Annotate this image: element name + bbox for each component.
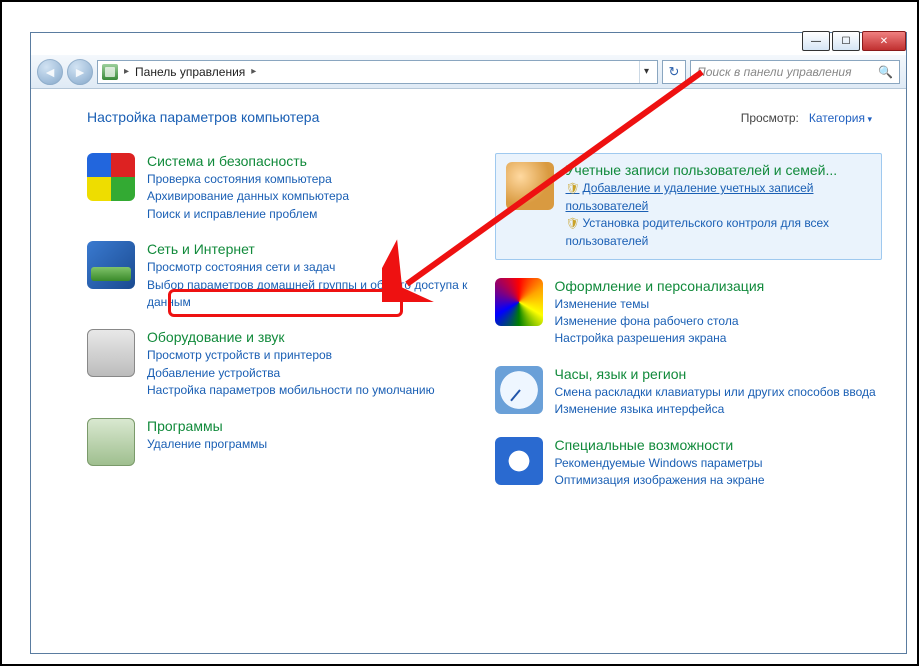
link-change-wallpaper[interactable]: Изменение фона рабочего стола: [555, 313, 883, 330]
category-title[interactable]: Сеть и Интернет: [147, 241, 475, 257]
link-recommended-settings[interactable]: Рекомендуемые Windows параметры: [555, 455, 883, 472]
view-label: Просмотр:: [741, 111, 799, 125]
link-resolution[interactable]: Настройка разрешения экрана: [555, 330, 883, 347]
category-programs: Программы Удаление программы: [87, 418, 475, 466]
hardware-icon: [87, 329, 135, 377]
accessibility-icon: [495, 437, 543, 485]
security-icon: [87, 153, 135, 201]
breadcrumb-root[interactable]: Панель управления: [135, 65, 245, 79]
link-display-language[interactable]: Изменение языка интерфейса: [555, 401, 883, 418]
link-network-status[interactable]: Просмотр состояния сети и задач: [147, 259, 475, 276]
category-accessibility: Специальные возможности Рекомендуемые Wi…: [495, 437, 883, 490]
clock-icon: [495, 366, 543, 414]
category-system-security: Система и безопасность Проверка состояни…: [87, 153, 475, 223]
window-frame: — ☐ ✕ ◄ ► ▸ Панель управления ▸ ▾ ↻ Поис…: [30, 32, 907, 654]
view-category-dropdown[interactable]: Категория: [809, 111, 872, 125]
breadcrumb-separator: ▸: [124, 66, 129, 77]
address-dropdown[interactable]: ▾: [639, 61, 653, 83]
category-title[interactable]: Специальные возможности: [555, 437, 883, 453]
network-icon: [87, 241, 135, 289]
breadcrumb-separator: ▸: [251, 66, 256, 77]
search-icon[interactable]: 🔍: [878, 65, 893, 79]
link-keyboard-layout[interactable]: Смена раскладки клавиатуры или других сп…: [555, 384, 883, 401]
link-add-device[interactable]: Добавление устройства: [147, 365, 475, 382]
programs-icon: [87, 418, 135, 466]
forward-button[interactable]: ►: [67, 59, 93, 85]
link-add-remove-accounts[interactable]: Добавление и удаление учетных записей по…: [566, 180, 872, 215]
close-button[interactable]: ✕: [862, 31, 906, 51]
maximize-button[interactable]: ☐: [832, 31, 860, 51]
link-check-status[interactable]: Проверка состояния компьютера: [147, 171, 475, 188]
link-mobility[interactable]: Настройка параметров мобильности по умол…: [147, 382, 475, 399]
category-title[interactable]: Оборудование и звук: [147, 329, 475, 345]
control-panel-icon: [102, 64, 118, 80]
content-area: Настройка параметров компьютера Просмотр…: [31, 89, 906, 653]
category-hardware: Оборудование и звук Просмотр устройств и…: [87, 329, 475, 399]
category-title[interactable]: Учетные записи пользователей и семей...: [566, 162, 872, 178]
category-title[interactable]: Система и безопасность: [147, 153, 475, 169]
search-placeholder: Поиск в панели управления: [697, 65, 852, 79]
appearance-icon: [495, 278, 543, 326]
right-column: Учетные записи пользователей и семей... …: [495, 153, 883, 489]
refresh-button[interactable]: ↻: [662, 60, 686, 84]
navigation-bar: ◄ ► ▸ Панель управления ▸ ▾ ↻ Поиск в па…: [31, 55, 906, 89]
search-input[interactable]: Поиск в панели управления 🔍: [690, 60, 900, 84]
view-by: Просмотр: Категория: [741, 111, 872, 125]
link-optimize-display[interactable]: Оптимизация изображения на экране: [555, 472, 883, 489]
link-troubleshoot[interactable]: Поиск и исправление проблем: [147, 206, 475, 223]
link-backup[interactable]: Архивирование данных компьютера: [147, 188, 475, 205]
category-title[interactable]: Часы, язык и регион: [555, 366, 883, 382]
category-user-accounts: Учетные записи пользователей и семей... …: [495, 153, 883, 260]
window-controls: — ☐ ✕: [802, 31, 906, 53]
link-devices-printers[interactable]: Просмотр устройств и принтеров: [147, 347, 475, 364]
category-clock-language: Часы, язык и регион Смена раскладки клав…: [495, 366, 883, 419]
left-column: Система и безопасность Проверка состояни…: [87, 153, 475, 489]
link-parental-controls[interactable]: Установка родительского контроля для все…: [566, 215, 872, 250]
category-title[interactable]: Оформление и персонализация: [555, 278, 883, 294]
users-icon: [506, 162, 554, 210]
back-button[interactable]: ◄: [37, 59, 63, 85]
link-uninstall[interactable]: Удаление программы: [147, 436, 475, 453]
category-network: Сеть и Интернет Просмотр состояния сети …: [87, 241, 475, 311]
category-appearance: Оформление и персонализация Изменение те…: [495, 278, 883, 348]
minimize-button[interactable]: —: [802, 31, 830, 51]
category-title[interactable]: Программы: [147, 418, 475, 434]
link-homegroup[interactable]: Выбор параметров домашней группы и общег…: [147, 277, 475, 312]
link-change-theme[interactable]: Изменение темы: [555, 296, 883, 313]
address-bar[interactable]: ▸ Панель управления ▸ ▾: [97, 60, 658, 84]
